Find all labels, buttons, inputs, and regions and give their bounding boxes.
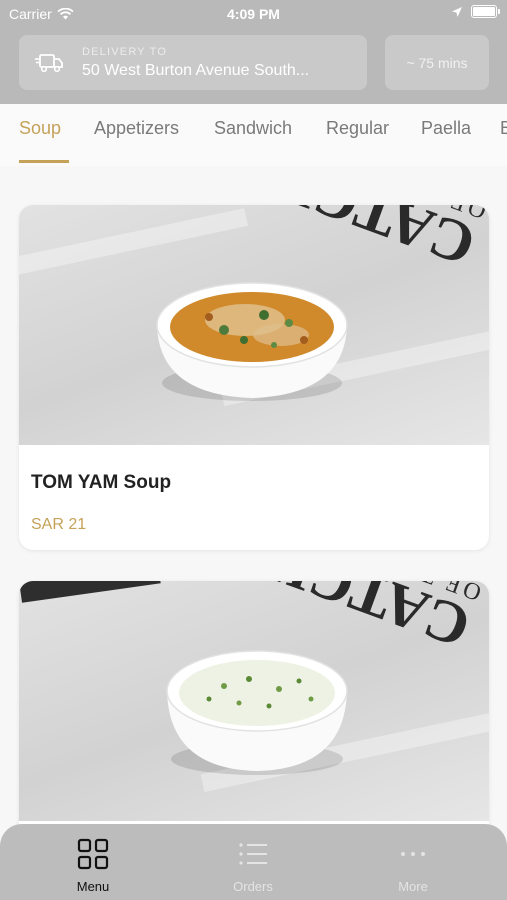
delivery-label: DELIVERY TO	[82, 45, 168, 58]
nav-menu-label: Menu	[76, 879, 110, 894]
nav-orders-label: Orders	[233, 879, 273, 894]
status-right	[451, 5, 500, 18]
status-bar: Carrier 4:09 PM	[0, 0, 507, 28]
category-tabs: Soup Appetizers Sandwich Regular Paella …	[0, 104, 507, 166]
status-time: 4:09 PM	[227, 6, 280, 22]
nav-orders[interactable]: Orders	[213, 838, 293, 894]
location-arrow-icon	[452, 6, 462, 17]
tab-partial[interactable]: B	[500, 118, 507, 139]
nav-menu[interactable]: Menu	[53, 838, 133, 894]
list-icon	[239, 843, 267, 865]
menu-item-name: TOM YAM Soup	[31, 472, 172, 493]
tab-sandwich[interactable]: Sandwich	[214, 118, 292, 139]
grid-icon	[77, 838, 109, 870]
nav-more-label: More	[398, 879, 428, 894]
menu-item-price: SAR 21	[31, 516, 87, 533]
menu-item-card[interactable]: CATCH OF THE DAY	[19, 581, 489, 841]
menu-item-card[interactable]: CATCH OF THE DAY TOM YAM Soup SAR 21	[19, 205, 489, 550]
active-tab-indicator	[19, 160, 69, 163]
eta-button[interactable]: ~ 75 mins	[385, 35, 489, 90]
bottom-nav: Menu Orders More	[0, 824, 507, 900]
more-icon	[401, 852, 425, 856]
photo-print-text: CATCH	[261, 205, 483, 279]
battery-icon	[471, 5, 500, 18]
menu-item-photo: CATCH OF THE DAY	[19, 205, 489, 445]
header: Carrier 4:09 PM DELIVERY TO 50 West Burt…	[0, 0, 507, 104]
delivery-text: DELIVERY TO 50 West Burton Avenue South.…	[82, 46, 309, 80]
tab-paella[interactable]: Paella	[421, 118, 471, 139]
eta-label: ~ 75 mins	[406, 54, 468, 71]
tab-appetizers[interactable]: Appetizers	[94, 118, 179, 139]
tab-regular[interactable]: Regular	[326, 118, 389, 139]
delivery-address: 50 West Burton Avenue South...	[82, 61, 310, 79]
nav-more[interactable]: More	[373, 838, 453, 894]
tab-soup[interactable]: Soup	[19, 118, 61, 139]
truck-icon	[35, 53, 63, 72]
menu-item-photo: CATCH OF THE DAY	[19, 581, 489, 821]
delivery-address-button[interactable]: DELIVERY TO 50 West Burton Avenue South.…	[19, 35, 367, 90]
